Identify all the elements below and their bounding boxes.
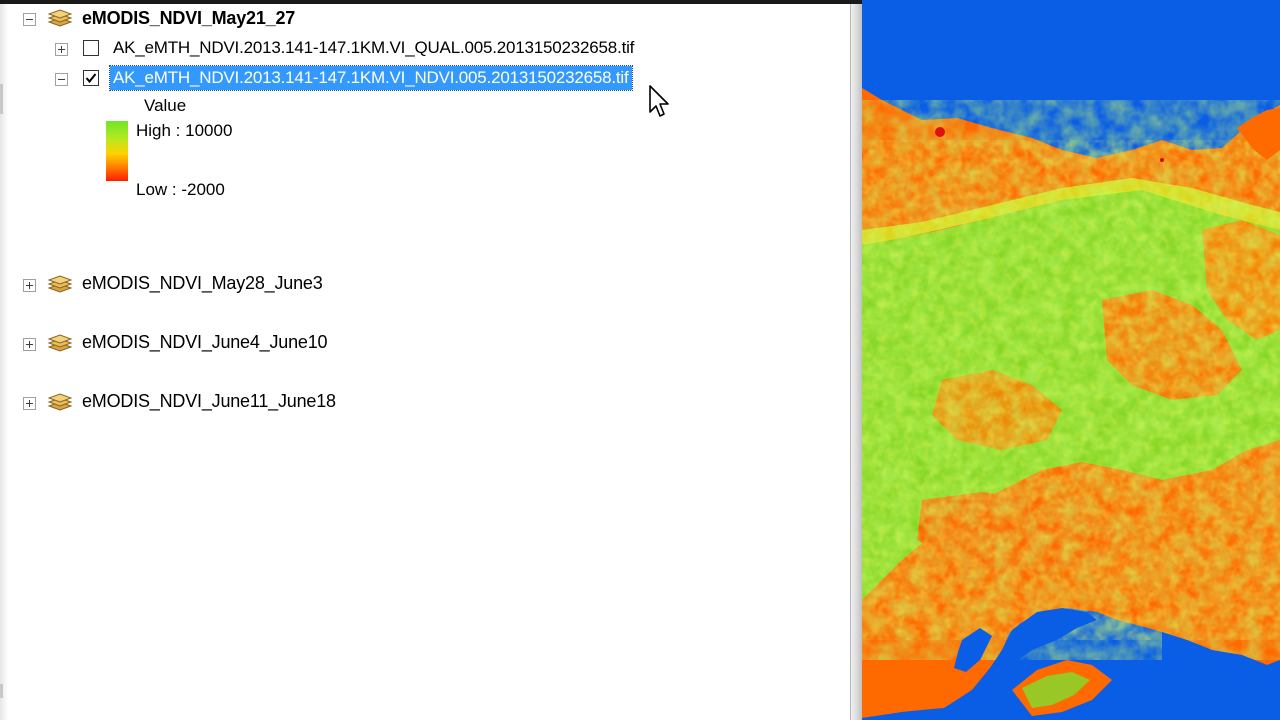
expand-icon[interactable] [23, 338, 36, 351]
ndvi-color-ramp[interactable] [106, 121, 128, 181]
toc-left-border [0, 4, 8, 720]
expand-icon[interactable] [23, 397, 36, 410]
layer-group-icon [47, 9, 73, 27]
layer-label-vi-ndvi[interactable]: AK_eMTH_NDVI.2013.141-147.1KM.VI_NDVI.00… [109, 65, 633, 91]
collapse-icon[interactable] [23, 13, 36, 26]
red-spot [1160, 158, 1164, 162]
layer-group-icon [47, 275, 73, 293]
collapse-icon[interactable] [55, 73, 68, 86]
map-display[interactable] [862, 0, 1280, 720]
mouse-pointer-icon [649, 85, 669, 117]
legend-heading: Value [144, 96, 187, 115]
layer-group-icon [47, 393, 73, 411]
layer-visibility-checkbox-ndvi[interactable] [83, 70, 99, 86]
layer-label-vi-qual[interactable]: AK_eMTH_NDVI.2013.141-147.1KM.VI_QUAL.00… [110, 36, 637, 60]
arcmap-window: eMODIS_NDVI_May21_27 AK_eMTH_NDVI.2013.1… [0, 0, 1280, 720]
checkmark-icon [85, 73, 97, 84]
expand-icon[interactable] [55, 43, 68, 56]
vegetation-texture-fine [862, 140, 1280, 640]
red-spot [935, 127, 945, 137]
group-label-june4-june10[interactable]: eMODIS_NDVI_June4_June10 [82, 332, 328, 353]
expand-icon[interactable] [23, 279, 36, 292]
layer-visibility-checkbox-qual[interactable] [83, 40, 99, 56]
layer-group-icon [47, 334, 73, 352]
legend-high-label: High : 10000 [136, 121, 233, 140]
toc-map-splitter[interactable] [850, 4, 862, 720]
toc-edge-mark-bottom [0, 684, 3, 698]
ndvi-raster-map[interactable] [862, 0, 1280, 720]
group-label-may28-june3[interactable]: eMODIS_NDVI_May28_June3 [82, 273, 323, 294]
legend-low-label: Low : -2000 [136, 180, 225, 199]
toc-edge-mark [0, 84, 3, 114]
group-label-may21-27[interactable]: eMODIS_NDVI_May21_27 [82, 8, 295, 29]
group-label-june11-june18[interactable]: eMODIS_NDVI_June11_June18 [82, 391, 336, 412]
table-of-contents: eMODIS_NDVI_May21_27 AK_eMTH_NDVI.2013.1… [0, 4, 850, 720]
